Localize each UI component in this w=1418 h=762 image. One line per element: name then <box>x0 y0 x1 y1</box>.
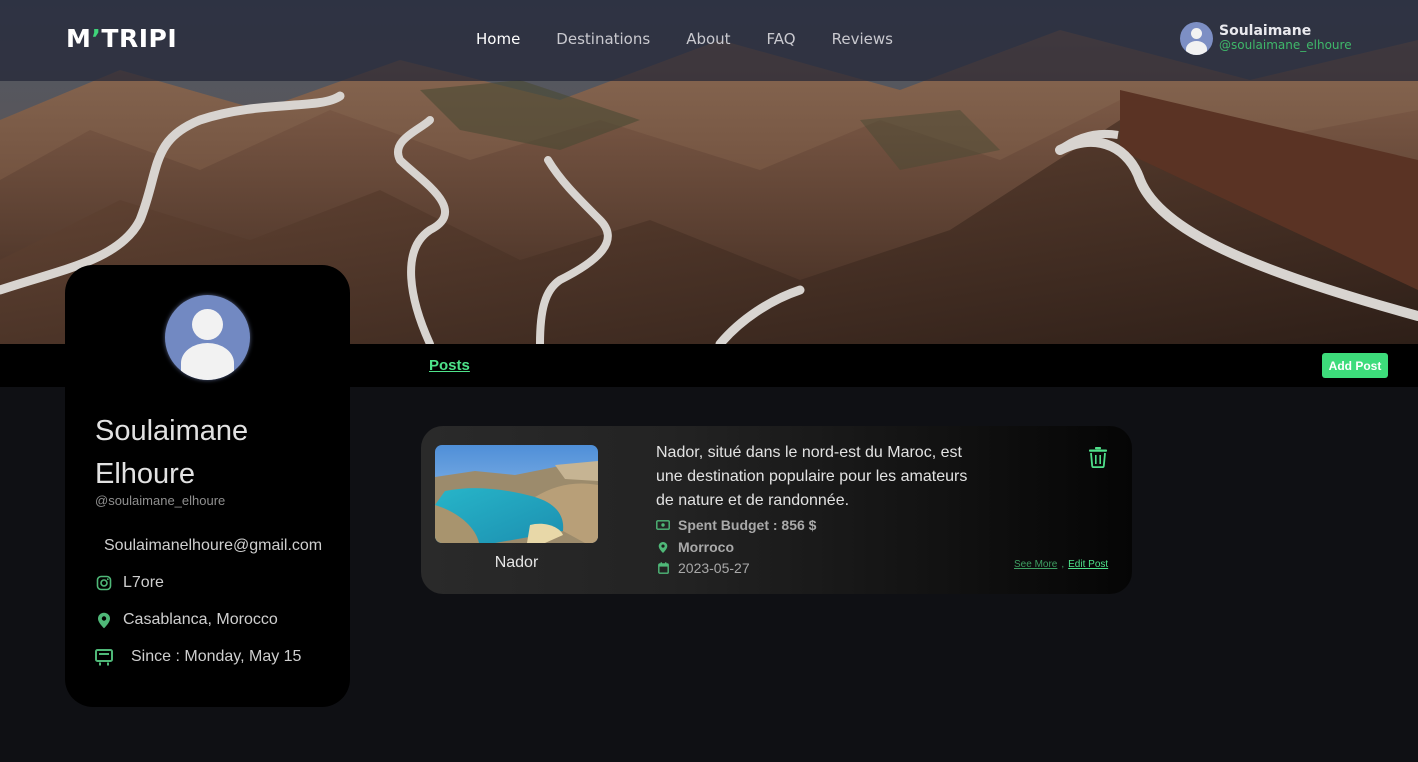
nav-links: Home Destinations About FAQ Reviews <box>476 30 929 48</box>
nav-link-destinations[interactable]: Destinations <box>556 30 650 48</box>
profile-name: Soulaimane Elhoure <box>95 415 249 490</box>
profile-email[interactable]: Soulaimanelhoure@gmail.com <box>104 537 322 555</box>
post-budget-text: Spent Budget : 856 $ <box>678 517 817 533</box>
post-thumbnail[interactable] <box>435 445 598 543</box>
profile-avatar <box>165 295 250 380</box>
post-card: Nador Nador, situé dans le nord-est du M… <box>421 426 1132 594</box>
money-icon <box>656 518 670 532</box>
nav-link-about[interactable]: About <box>686 30 730 48</box>
trash-icon <box>1089 447 1107 469</box>
map-pin-icon <box>656 540 670 554</box>
profile-card: Soulaimane Elhoure @soulaimane_elhoure S… <box>65 265 350 707</box>
profile-email-text: Soulaimanelhoure@gmail.com <box>104 537 323 554</box>
post-date: 2023-05-27 <box>656 560 750 576</box>
profile-since-text: Since : Monday, May 15 <box>131 648 302 665</box>
profile-location: Casablanca, Morocco <box>95 611 278 629</box>
profile-handle: @soulaimane_elhoure <box>95 493 226 508</box>
top-navbar: M’TRIPI Home Destinations About FAQ Revi… <box>0 0 1418 81</box>
map-pin-icon <box>95 611 113 629</box>
user-avatar-icon <box>1180 22 1213 55</box>
see-more-link[interactable]: See More <box>1014 559 1057 570</box>
logo-suffix: TRIPI <box>101 24 178 53</box>
edit-post-link[interactable]: Edit Post <box>1068 559 1108 570</box>
post-country-text: Morroco <box>678 539 734 555</box>
calendar-icon <box>656 561 670 575</box>
profile-location-text: Casablanca, Morocco <box>123 611 278 628</box>
logo-prefix: M <box>66 24 92 53</box>
nav-link-reviews[interactable]: Reviews <box>832 30 893 48</box>
post-budget: Spent Budget : 856 $ <box>656 517 816 533</box>
tab-posts[interactable]: Posts <box>429 357 470 374</box>
post-date-text: 2023-05-27 <box>678 560 750 576</box>
profile-instagram[interactable]: L7ore <box>95 574 164 592</box>
delete-post-button[interactable] <box>1088 446 1110 470</box>
nav-link-home[interactable]: Home <box>476 30 520 48</box>
post-actions: See More, Edit Post <box>1014 559 1108 570</box>
nav-user-menu[interactable]: Soulaimane @soulaimane_elhoure <box>1180 22 1352 55</box>
profile-instagram-text: L7ore <box>123 574 164 591</box>
post-actions-separator: , <box>1061 559 1065 570</box>
post-description: Nador, situé dans le nord-est du Maroc, … <box>656 444 968 509</box>
nav-link-faq[interactable]: FAQ <box>767 30 796 48</box>
logo-apostrophe: ’ <box>91 24 102 53</box>
instagram-icon <box>95 574 113 592</box>
nav-user-name: Soulaimane <box>1219 23 1312 39</box>
calendar-badge-icon <box>95 648 113 666</box>
post-country: Morroco <box>656 539 734 555</box>
profile-since: Since : Monday, May 15 <box>95 648 301 666</box>
nav-user-handle: @soulaimane_elhoure <box>1219 38 1352 52</box>
post-title: Nador <box>494 554 539 571</box>
add-post-button[interactable]: Add Post <box>1322 353 1388 378</box>
brand-logo[interactable]: M’TRIPI <box>66 24 177 53</box>
